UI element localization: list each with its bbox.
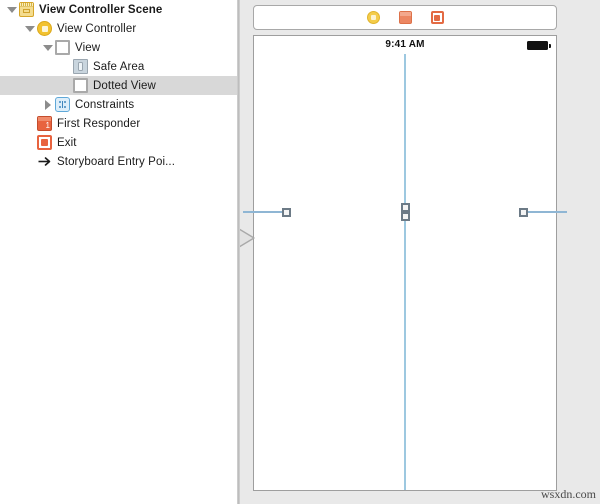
- exit-icon[interactable]: [430, 11, 444, 24]
- outline-row[interactable]: Storyboard Entry Poi...: [0, 152, 237, 171]
- outline-row[interactable]: View Controller Scene: [0, 0, 237, 19]
- center-constraint-handle-top[interactable]: [400, 203, 410, 212]
- view-controller-icon[interactable]: [366, 11, 380, 24]
- chevron-right-icon[interactable]: [42, 99, 53, 110]
- outline-row-label: View Controller Scene: [39, 3, 163, 16]
- outline-row[interactable]: Safe Area: [0, 57, 237, 76]
- outline-row[interactable]: First Responder: [0, 114, 237, 133]
- outline-row-label: View: [75, 41, 101, 54]
- outline-row-label: Exit: [57, 136, 77, 149]
- twisty-spacer: [60, 80, 71, 91]
- outline-row-label: First Responder: [57, 117, 141, 130]
- storyboard-scene-icon: [19, 2, 34, 17]
- right-constraint-line[interactable]: [524, 211, 567, 213]
- watermark: wsxdn.com: [541, 487, 596, 501]
- view-icon: [55, 40, 70, 55]
- outline-row-label: Storyboard Entry Poi...: [57, 155, 175, 168]
- status-bar: 9:41 AM: [254, 36, 556, 54]
- twisty-spacer: [60, 61, 71, 72]
- outline-row[interactable]: View Controller: [0, 19, 237, 38]
- outline-row-label: Dotted View: [93, 79, 156, 92]
- first-responder-icon: [37, 116, 52, 131]
- battery-full-icon: [527, 41, 551, 50]
- entry-point-arrow-icon: [37, 154, 52, 169]
- document-outline-panel: View Controller Scene View Controller View…: [0, 0, 237, 504]
- view-controller-icon: [37, 21, 52, 36]
- storyboard-editor-window: View Controller Scene View Controller View…: [0, 0, 600, 504]
- outline-row[interactable]: Exit: [0, 133, 237, 152]
- outline-row-label: View Controller: [57, 22, 137, 35]
- center-constraint-handle-bottom[interactable]: [400, 212, 410, 221]
- left-constraint-handle[interactable]: [282, 207, 291, 217]
- status-bar-time: 9:41 AM: [385, 39, 425, 50]
- view-icon: [73, 78, 88, 93]
- twisty-spacer: [24, 156, 35, 167]
- safe-area-icon: [73, 59, 88, 74]
- outline-tree[interactable]: View Controller Scene View Controller View…: [0, 0, 237, 171]
- left-constraint-line[interactable]: [243, 211, 286, 213]
- first-responder-icon[interactable]: [398, 11, 412, 24]
- twisty-spacer: [24, 137, 35, 148]
- chevron-down-icon[interactable]: [42, 42, 53, 53]
- right-constraint-handle[interactable]: [519, 207, 528, 217]
- storyboard-canvas[interactable]: 9:41 AM: [240, 0, 600, 504]
- outline-row-label: Safe Area: [93, 60, 145, 73]
- outline-row-label: Constraints: [75, 98, 135, 111]
- scene-dock[interactable]: [253, 5, 557, 30]
- outline-row[interactable]: Dotted View: [0, 76, 237, 95]
- outline-row[interactable]: View: [0, 38, 237, 57]
- chevron-down-icon[interactable]: [24, 23, 35, 34]
- storyboard-entry-point-arrow-icon[interactable]: [240, 225, 255, 251]
- vertical-center-guide[interactable]: [404, 54, 406, 490]
- chevron-down-icon[interactable]: [6, 4, 17, 15]
- constraints-icon: [55, 97, 70, 112]
- outline-row[interactable]: Constraints: [0, 95, 237, 114]
- twisty-spacer: [24, 118, 35, 129]
- view-controller-canvas[interactable]: 9:41 AM: [243, 35, 567, 491]
- exit-icon: [37, 135, 52, 150]
